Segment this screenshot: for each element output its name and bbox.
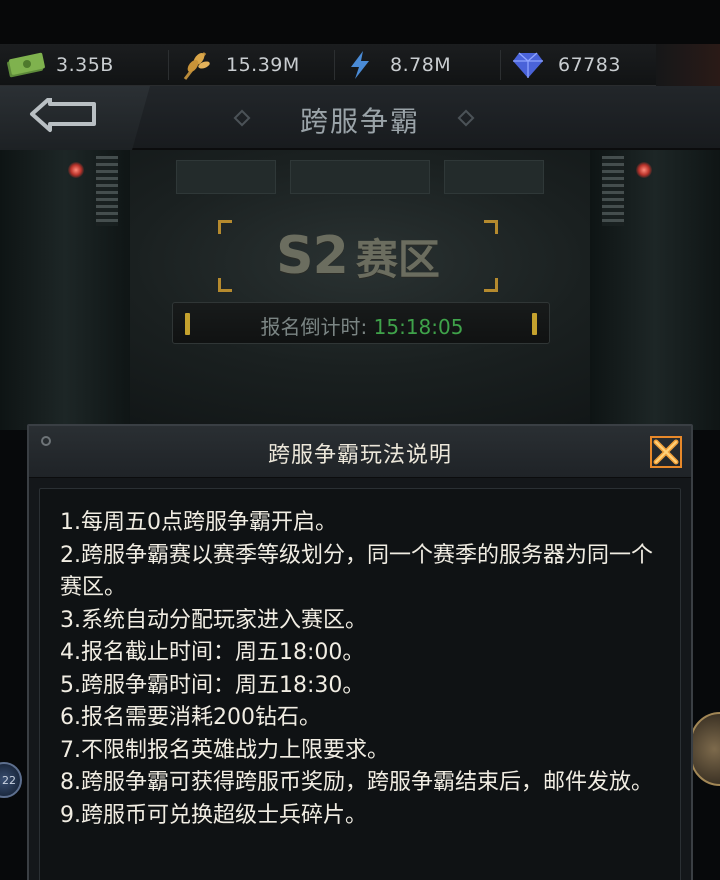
separator (500, 50, 501, 80)
rule-item: 6.报名需要消耗200钻石。 (60, 705, 321, 730)
zone-badge: S2 赛区 (218, 220, 498, 292)
resource-energy[interactable]: 8.78M (340, 44, 451, 86)
wheat-icon (176, 49, 216, 81)
close-button[interactable] (649, 435, 683, 469)
title-bar: 跨服争霸 (0, 86, 720, 150)
cash-icon (6, 49, 46, 81)
resource-diamond[interactable]: 67783 (508, 44, 621, 86)
rule-item: 9.跨服币可兑换超级士兵碎片。 (60, 802, 367, 828)
side-event-badge: 22 (2, 774, 16, 787)
signup-countdown: 报名倒计时: 15:18:05 (172, 302, 550, 344)
rule-item: 8.跨服争霸可获得跨服币奖励，跨服争霸结束后，邮件发放。 (60, 770, 653, 795)
resource-bar: 3.35B 15.39M 8.78M 67783 (0, 44, 720, 86)
countdown-label: 报名倒计时: (260, 315, 368, 339)
side-event-button[interactable]: 22 (0, 762, 22, 798)
rule-item: 7.不限制报名英雄战力上限要求。 (60, 737, 389, 763)
wall-vent (96, 156, 118, 226)
zone-label: 赛区 (355, 234, 440, 284)
cash-value: 3.35B (56, 54, 114, 76)
dialog-body: 1.每周五0点跨服争霸开启。 2.跨服争霸赛以赛季等级划分，同一个赛季的服务器为… (39, 488, 681, 880)
side-chest-button[interactable] (690, 712, 720, 786)
separator (334, 50, 335, 80)
rules-list: 1.每周五0点跨服争霸开启。 2.跨服争霸赛以赛季等级划分，同一个赛季的服务器为… (60, 507, 660, 832)
countdown-value: 15:18:05 (373, 315, 464, 339)
rules-dialog: 跨服争霸玩法说明 1.每周五0点跨服争霸开启。 2.跨服争霸赛以赛季等级划分，同… (27, 424, 693, 880)
rule-item: 2.跨服争霸赛以赛季等级划分，同一个赛季的服务器为同一个赛区。 (60, 542, 653, 601)
separator (168, 50, 169, 80)
arena-scene: S2 赛区 报名倒计时: 15:18:05 (0, 150, 720, 430)
red-lamp (68, 162, 84, 178)
top-strip (0, 0, 720, 44)
diamond-icon (508, 49, 548, 81)
rule-item: 5.跨服争霸时间：周五18:30。 (60, 672, 365, 698)
resource-bar-edge (656, 44, 720, 86)
rule-item: 3.系统自动分配玩家进入赛区。 (60, 607, 367, 633)
scene-panel (176, 160, 276, 194)
dialog-header: 跨服争霸玩法说明 (29, 426, 691, 478)
resource-food[interactable]: 15.39M (176, 44, 300, 86)
red-lamp (636, 162, 652, 178)
scene-panel (290, 160, 430, 194)
rule-item: 1.每周五0点跨服争霸开启。 (60, 510, 337, 535)
energy-icon (340, 49, 380, 81)
page-title: 跨服争霸 (299, 105, 420, 138)
wall-vent (602, 156, 624, 226)
scene-panel (444, 160, 544, 194)
rule-item: 4.报名截止时间：周五18:00。 (60, 640, 365, 665)
food-value: 15.39M (226, 54, 300, 76)
resource-cash[interactable]: 3.35B (6, 44, 114, 86)
close-icon (650, 436, 682, 468)
energy-value: 8.78M (390, 54, 452, 76)
dialog-title: 跨服争霸玩法说明 (267, 443, 452, 468)
diamond-value: 67783 (558, 54, 621, 76)
season-label: S2 (276, 226, 349, 286)
